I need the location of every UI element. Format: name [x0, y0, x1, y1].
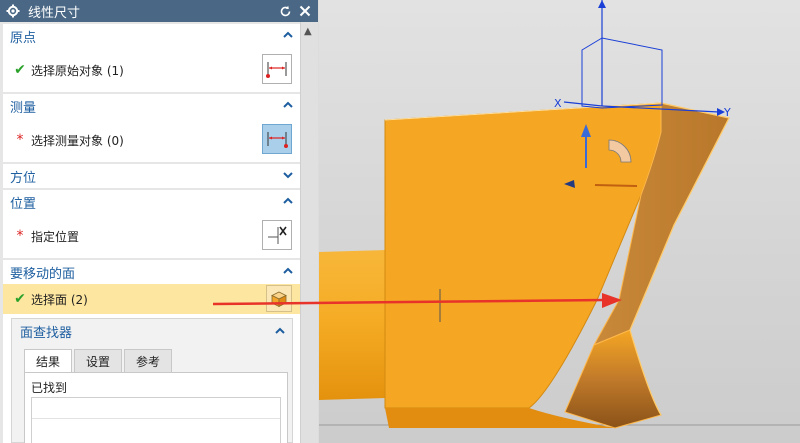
face-finder-tabs: 结果 设置 参考 — [24, 349, 174, 373]
check-icon: ✔ — [14, 62, 26, 78]
faces-to-move-section: 要移动的面 ✔ 选择面 (2) 面查找器 结果 设置 参考 已找到 — [3, 260, 300, 443]
select-face-row[interactable]: ✔ 选择面 (2) — [3, 284, 300, 314]
chevron-up-icon[interactable] — [282, 29, 294, 41]
tab-settings[interactable]: 设置 — [74, 349, 123, 373]
chevron-down-icon[interactable] — [282, 169, 294, 181]
dialog-titlebar: 线性尺寸 — [0, 0, 318, 22]
specify-location-row[interactable]: * 指定位置 — [3, 214, 300, 258]
location-section-title: 位置 — [10, 196, 37, 212]
tab-results[interactable]: 结果 — [24, 349, 73, 373]
measure-section-title: 测量 — [10, 100, 37, 116]
select-face-label: 选择面 (2) — [31, 292, 88, 307]
tab-reference[interactable]: 参考 — [124, 349, 173, 373]
faces-to-move-section-header[interactable]: 要移动的面 — [3, 260, 300, 284]
model-scene: Y X — [319, 0, 800, 429]
dimension-pick-icon — [266, 62, 287, 78]
list-divider — [32, 418, 280, 419]
chevron-up-icon[interactable] — [282, 195, 294, 207]
gear-icon[interactable] — [6, 4, 20, 18]
location-section-header[interactable]: 位置 — [3, 190, 300, 214]
specify-location-button[interactable] — [262, 220, 292, 250]
curved-face[interactable] — [564, 329, 662, 429]
graphics-viewport[interactable]: Y X — [319, 0, 800, 443]
select-measure-row[interactable]: * 选择测量对象 (0) — [3, 118, 300, 162]
orientation-section-title: 方位 — [10, 170, 37, 186]
required-star-icon: * — [16, 228, 24, 244]
close-button[interactable] — [296, 2, 314, 20]
select-origin-button[interactable] — [262, 54, 292, 84]
chevron-up-icon[interactable] — [274, 325, 286, 337]
measure-section-header[interactable]: 测量 — [3, 94, 300, 118]
chevron-up-icon[interactable] — [282, 99, 294, 111]
select-face-button[interactable] — [266, 285, 292, 312]
dialog-title: 线性尺寸 — [28, 5, 81, 21]
select-origin-row[interactable]: ✔ 选择原始对象 (1) — [3, 48, 300, 92]
orientation-section-header[interactable]: 方位 — [3, 164, 300, 188]
axis-label-x: X — [554, 97, 562, 110]
face-finder-header[interactable]: 面查找器 — [12, 319, 292, 343]
dimension-pick-icon — [267, 132, 288, 148]
axis-label-y: Y — [723, 106, 731, 119]
point-pick-icon — [268, 226, 287, 244]
found-label: 已找到 — [31, 381, 68, 395]
face-finder-title: 面查找器 — [20, 325, 73, 341]
origin-section-title: 原点 — [10, 30, 37, 46]
origin-section: 原点 ✔ 选择原始对象 (1) — [3, 24, 300, 92]
dialog-panel: 线性尺寸 ▲ 原点 ✔ 选择原始对象 (1) 测量 * 选择测量对象 (0) 方… — [0, 0, 318, 443]
direction-handle-line — [594, 184, 638, 187]
orientation-section: 方位 — [3, 164, 300, 188]
scroll-up-icon[interactable]: ▲ — [304, 26, 312, 37]
reset-button[interactable] — [276, 2, 294, 20]
dialog-scrollbar[interactable]: ▲ — [300, 22, 318, 443]
check-icon: ✔ — [14, 291, 26, 307]
select-origin-label: 选择原始对象 (1) — [31, 63, 124, 78]
found-faces-list[interactable] — [31, 397, 281, 443]
location-section: 位置 * 指定位置 — [3, 190, 300, 258]
measure-section: 测量 * 选择测量对象 (0) — [3, 94, 300, 162]
datum-csys[interactable] — [563, 0, 725, 116]
faces-to-move-section-title: 要移动的面 — [10, 266, 76, 282]
cylinder-boss[interactable] — [319, 250, 385, 400]
specify-location-label: 指定位置 — [31, 229, 80, 244]
chevron-up-icon[interactable] — [282, 265, 294, 277]
reset-icon — [280, 5, 290, 16]
close-icon — [299, 5, 311, 17]
results-tab-body: 已找到 — [24, 372, 288, 443]
required-star-icon: * — [16, 132, 24, 148]
face-cube-icon — [271, 291, 287, 307]
face-finder-panel: 面查找器 结果 设置 参考 已找到 — [11, 318, 293, 443]
select-measure-label: 选择测量对象 (0) — [31, 133, 124, 148]
origin-section-header[interactable]: 原点 — [3, 24, 300, 48]
select-measure-button[interactable] — [262, 124, 292, 154]
